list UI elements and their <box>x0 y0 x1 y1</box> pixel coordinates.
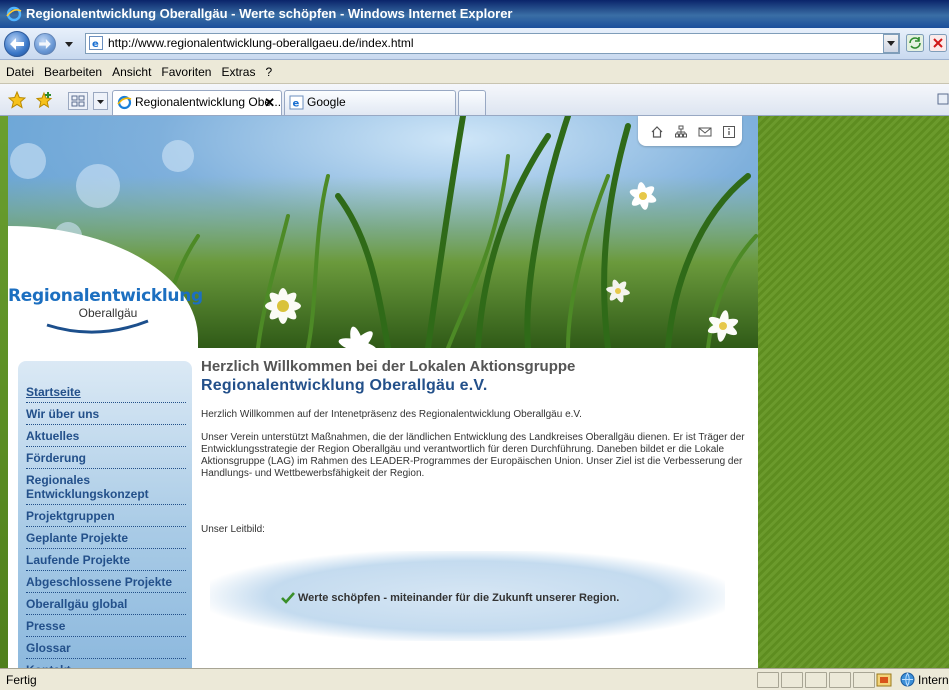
menu-favoriten[interactable]: Favoriten <box>156 60 216 84</box>
svg-text:e: e <box>92 39 99 50</box>
logo-title[interactable]: Regionalentwicklung <box>8 286 203 306</box>
ie-logo-icon <box>6 6 22 22</box>
page-viewport: Regionalentwicklung Oberallgäu Startseit… <box>0 116 949 668</box>
nav-projektgruppen[interactable]: Projektgruppen <box>26 505 186 527</box>
motto-text-wrap: Werte schöpfen - miteinander für die Zuk… <box>281 592 620 604</box>
motto-text: Werte schöpfen - miteinander für die Zuk… <box>298 592 620 604</box>
logo-swoosh-icon <box>46 319 149 334</box>
tab-bar: Regionalentwicklung Obe... ✕ e Google <box>0 84 949 116</box>
status-bar: Fertig Interne <box>0 668 949 690</box>
status-cell <box>853 672 875 688</box>
status-cell <box>757 672 779 688</box>
stop-icon[interactable] <box>929 34 947 52</box>
address-dropdown-button[interactable] <box>883 34 899 53</box>
home-icon[interactable] <box>650 125 664 139</box>
back-icon <box>10 38 24 50</box>
close-tab-icon[interactable]: ✕ <box>264 91 275 114</box>
page-title: Regionalentwicklung Oberallgäu e.V. <box>201 377 488 394</box>
ie-page-icon <box>117 95 132 110</box>
intro-paragraph: Herzlich Willkommen auf der Intenetpräse… <box>201 409 582 420</box>
main-content: Herzlich Willkommen bei der Lokalen Akti… <box>201 358 751 480</box>
nav-geplante-projekte[interactable]: Geplante Projekte <box>26 527 186 549</box>
window-title-bar: Regionalentwicklung Oberallgäu - Werte s… <box>0 0 949 28</box>
address-url: http://www.regionalentwicklung-oberallga… <box>108 36 414 50</box>
mail-icon[interactable] <box>698 125 712 139</box>
tab-list-button[interactable] <box>93 92 108 110</box>
tab-label: Google <box>307 95 346 109</box>
sidebar-nav: Startseite Wir über uns Aktuelles Förder… <box>18 361 192 668</box>
check-icon <box>281 592 295 604</box>
sitemap-icon[interactable] <box>674 125 688 139</box>
address-bar: e http://www.regionalentwicklung-oberall… <box>0 28 949 60</box>
nav-presse[interactable]: Presse <box>26 615 186 637</box>
quick-tabs-button[interactable] <box>68 92 88 110</box>
zone-label: Interne <box>918 673 949 687</box>
page-left-border <box>0 116 8 668</box>
nav-wir-ueber-uns[interactable]: Wir über uns <box>26 403 186 425</box>
chevron-down-icon <box>97 100 104 104</box>
welcome-heading: Herzlich Willkommen bei der Lokalen Akti… <box>201 358 576 375</box>
nav-laufende-projekte[interactable]: Laufende Projekte <box>26 549 186 571</box>
nav-glossar[interactable]: Glossar <box>26 637 186 659</box>
svg-text:e: e <box>293 99 300 110</box>
nav-kontakt[interactable]: Kontakt <box>26 659 186 668</box>
nav-oberallgaeu-global[interactable]: Oberallgäu global <box>26 593 186 615</box>
top-icon-bar <box>638 116 742 146</box>
address-input[interactable]: e http://www.regionalentwicklung-oberall… <box>85 33 900 54</box>
forward-icon <box>39 39 51 49</box>
nav-foerderung[interactable]: Förderung <box>26 447 186 469</box>
page-ie-icon: e <box>89 36 103 50</box>
status-cell <box>781 672 803 688</box>
menu-extras[interactable]: Extras <box>216 60 260 84</box>
globe-icon <box>900 672 915 687</box>
new-tab-button[interactable] <box>458 90 486 115</box>
nav-regionales-entwicklungskonzept[interactable]: Regionales Entwicklungskonzept <box>26 469 186 505</box>
status-cell <box>805 672 827 688</box>
quick-tabs-icon <box>71 95 85 107</box>
add-favorite-icon[interactable] <box>35 91 53 109</box>
menu-datei[interactable]: Datei <box>0 60 39 84</box>
info-icon[interactable] <box>722 125 736 139</box>
nav-list: Startseite Wir über uns Aktuelles Förder… <box>26 381 186 668</box>
status-text: Fertig <box>6 673 37 687</box>
nav-abgeschlossene-projekte[interactable]: Abgeschlossene Projekte <box>26 571 186 593</box>
menu-bar: Datei Bearbeiten Ansicht Favoriten Extras? <box>0 60 949 84</box>
tab-regionalentwicklung[interactable]: Regionalentwicklung Obe... ✕ <box>112 90 282 115</box>
nav-aktuelles[interactable]: Aktuelles <box>26 425 186 447</box>
refresh-icon[interactable] <box>906 34 924 52</box>
menu-help[interactable]: ? <box>260 60 277 84</box>
status-cell <box>829 672 851 688</box>
back-button[interactable] <box>4 31 30 57</box>
favorites-star-icon[interactable] <box>8 91 26 109</box>
home-icon[interactable] <box>937 90 949 108</box>
forward-button[interactable] <box>34 33 56 55</box>
chevron-down-icon <box>887 41 895 46</box>
green-side-panel <box>758 116 949 668</box>
history-dropdown-icon[interactable] <box>65 40 73 48</box>
menu-bearbeiten[interactable]: Bearbeiten <box>39 60 107 84</box>
leitbild-label: Unser Leitbild: <box>201 524 265 535</box>
logo-subtitle: Oberallgäu <box>78 306 138 320</box>
tab-label: Regionalentwicklung Obe... <box>135 95 282 109</box>
protected-mode-icon[interactable] <box>876 672 892 688</box>
nav-startseite[interactable]: Startseite <box>26 381 186 403</box>
body-paragraph: Unser Verein unterstützt Maßnahmen, die … <box>201 432 745 479</box>
menu-ansicht[interactable]: Ansicht <box>107 60 156 84</box>
window-title: Regionalentwicklung Oberallgäu - Werte s… <box>26 6 513 21</box>
tab-google[interactable]: e Google <box>284 90 456 115</box>
ie-page-icon: e <box>289 95 304 110</box>
